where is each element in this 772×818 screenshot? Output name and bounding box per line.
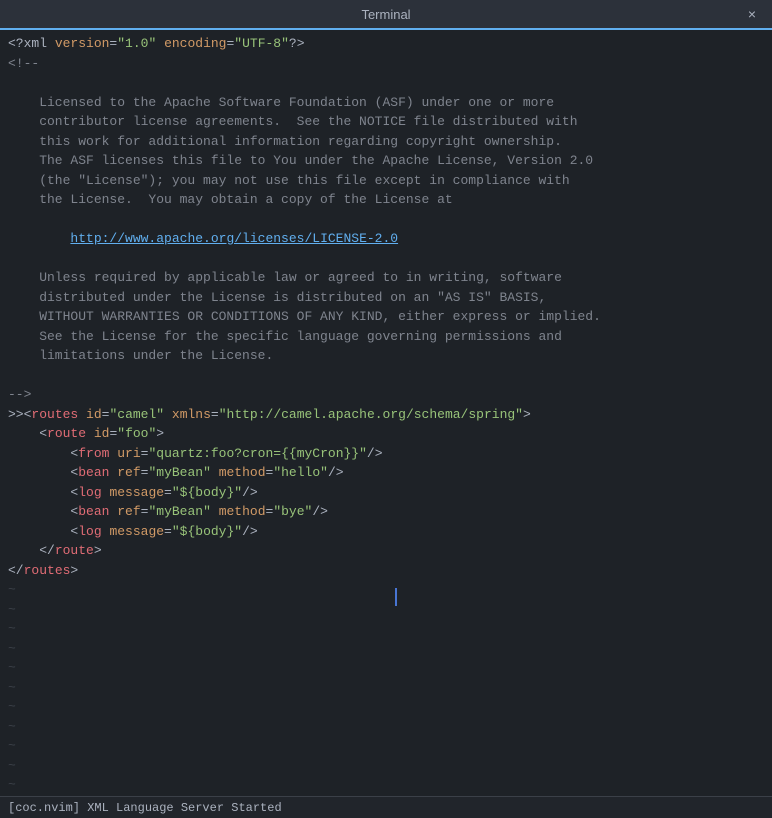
terminal-title: Terminal	[361, 7, 410, 22]
tilde-8: ~	[8, 717, 764, 737]
tilde-1: ~	[8, 580, 764, 600]
terminal-window: Terminal × <?xml version="1.0" encoding=…	[0, 0, 772, 818]
line-routes-open: >><routes id="camel" xmlns="http://camel…	[8, 405, 764, 425]
line-comment-4: The ASF licenses this file to You under …	[8, 151, 764, 171]
line-log-body2: <log message="${body}"/>	[8, 522, 764, 542]
close-button[interactable]: ×	[742, 4, 762, 24]
line-empty-4	[8, 366, 764, 386]
title-bar: Terminal ×	[0, 0, 772, 28]
line-route-close: </route>	[8, 541, 764, 561]
tilde-7: ~	[8, 697, 764, 717]
line-comment-1: Licensed to the Apache Software Foundati…	[8, 93, 764, 113]
tilde-9: ~	[8, 736, 764, 756]
text-cursor	[395, 588, 397, 606]
line-bean-hello: <bean ref="myBean" method="hello"/>	[8, 463, 764, 483]
tilde-10: ~	[8, 756, 764, 776]
tilde-11: ~	[8, 775, 764, 795]
line-comment-6: the License. You may obtain a copy of th…	[8, 190, 764, 210]
line-route-open: <route id="foo">	[8, 424, 764, 444]
line-from: <from uri="quartz:foo?cron={{myCron}}"/>	[8, 444, 764, 464]
status-text: [coc.nvim] XML Language Server Started	[8, 801, 282, 815]
tilde-5: ~	[8, 658, 764, 678]
tilde-6: ~	[8, 678, 764, 698]
editor-content[interactable]: <?xml version="1.0" encoding="UTF-8"?> <…	[0, 30, 772, 796]
line-empty-3	[8, 249, 764, 269]
line-empty-2	[8, 210, 764, 230]
line-comment-7: Unless required by applicable law or agr…	[8, 268, 764, 288]
line-routes-close: </routes>	[8, 561, 764, 581]
line-comment-start: <!--	[8, 54, 764, 74]
tilde-3: ~	[8, 619, 764, 639]
line-comment-2: contributor license agreements. See the …	[8, 112, 764, 132]
line-xml-pi: <?xml version="1.0" encoding="UTF-8"?>	[8, 34, 764, 54]
line-comment-10: See the License for the specific languag…	[8, 327, 764, 347]
code-area: <?xml version="1.0" encoding="UTF-8"?> <…	[0, 34, 772, 795]
line-comment-5: (the "License"); you may not use this fi…	[8, 171, 764, 191]
line-comment-end: -->	[8, 385, 764, 405]
line-empty-1	[8, 73, 764, 93]
status-bar: [coc.nvim] XML Language Server Started	[0, 796, 772, 818]
line-log-body: <log message="${body}"/>	[8, 483, 764, 503]
tilde-2: ~	[8, 600, 764, 620]
line-comment-url: http://www.apache.org/licenses/LICENSE-2…	[8, 229, 764, 249]
line-comment-9: WITHOUT WARRANTIES OR CONDITIONS OF ANY …	[8, 307, 764, 327]
line-comment-11: limitations under the License.	[8, 346, 764, 366]
tilde-4: ~	[8, 639, 764, 659]
line-comment-3: this work for additional information reg…	[8, 132, 764, 152]
line-bean-bye: <bean ref="myBean" method="bye"/>	[8, 502, 764, 522]
line-comment-8: distributed under the License is distrib…	[8, 288, 764, 308]
